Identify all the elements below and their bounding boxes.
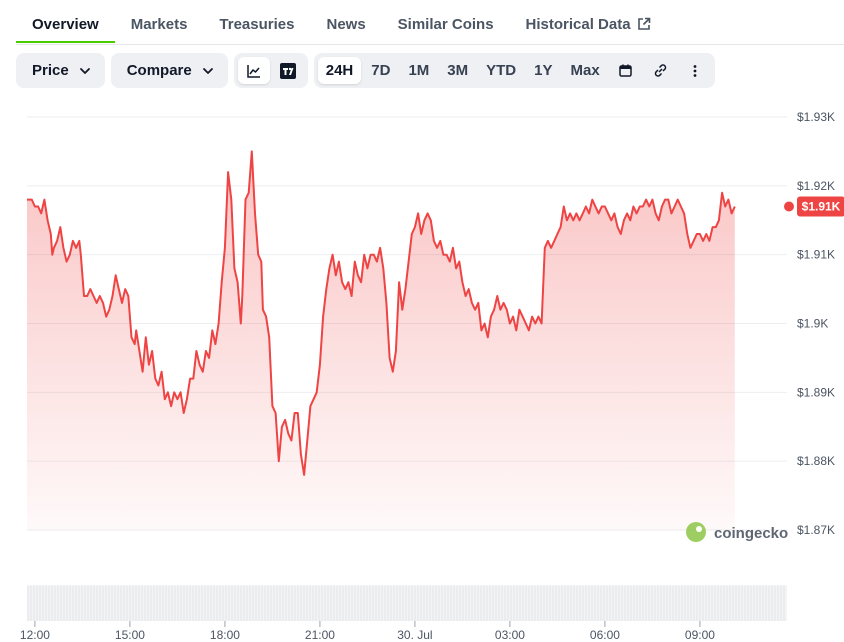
- x-tick-label: 18:00: [210, 628, 240, 642]
- y-tick-label: $1.93K: [797, 110, 835, 124]
- x-tick-label: 12:00: [20, 628, 50, 642]
- x-tick-label: 30. Jul: [397, 628, 432, 642]
- coingecko-logo: [686, 522, 706, 542]
- watermark-text: coingecko: [714, 525, 788, 542]
- y-tick-label: $1.89K: [797, 385, 835, 399]
- current-price-dot: [784, 201, 794, 212]
- y-tick-label: $1.87K: [797, 523, 835, 537]
- x-tick-label: 15:00: [115, 628, 145, 642]
- x-tick-label: 21:00: [305, 628, 335, 642]
- x-tick-label: 03:00: [495, 628, 525, 642]
- x-tick-label: 09:00: [685, 628, 715, 642]
- x-tick-label: 06:00: [590, 628, 620, 642]
- y-tick-label: $1.9K: [797, 317, 828, 331]
- y-tick-label: $1.92K: [797, 179, 835, 193]
- current-price-label: $1.91K: [802, 199, 841, 213]
- y-tick-label: $1.91K: [797, 248, 835, 262]
- coingecko-logo-eye: [696, 526, 702, 532]
- price-chart: $1.87K $1.88K $1.89K $1.9K $1.91K $1.92K $1.93…: [20, 110, 844, 642]
- y-tick-label: $1.88K: [797, 454, 835, 468]
